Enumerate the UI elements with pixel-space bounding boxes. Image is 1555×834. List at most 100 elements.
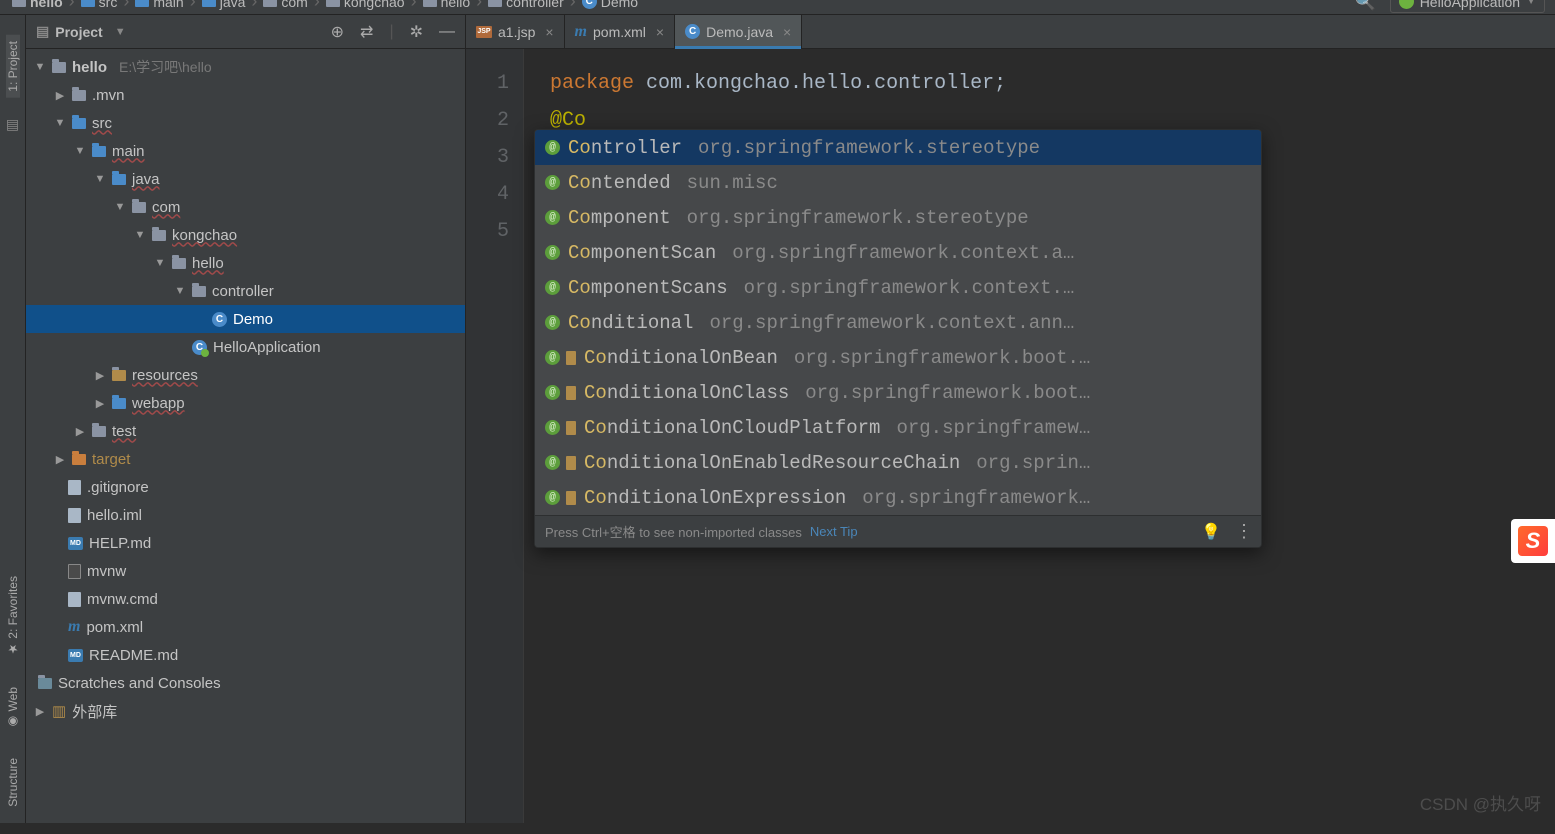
close-icon[interactable]: × (545, 24, 553, 40)
folder-icon (72, 454, 86, 465)
maven-icon: m (68, 618, 80, 636)
tree-root[interactable]: ▼helloE:\学习吧\hello (26, 53, 465, 81)
bulb-icon[interactable]: 💡 (1201, 522, 1221, 542)
tree-main[interactable]: ▼main (26, 137, 465, 165)
tree-pomxml[interactable]: mpom.xml (26, 613, 465, 641)
run-config-selector[interactable]: HelloApplication ▼ (1390, 0, 1545, 13)
close-icon[interactable]: × (656, 24, 664, 40)
tree-gitignore[interactable]: .gitignore (26, 473, 465, 501)
locate-icon[interactable]: ⊕ (331, 22, 344, 42)
tree-mvnw[interactable]: mvnw (26, 557, 465, 585)
md-icon: MD (68, 649, 83, 662)
project-panel-title: Project (55, 24, 102, 40)
sogou-ime-badge[interactable]: S (1511, 519, 1555, 563)
tree-resources[interactable]: ▶resources (26, 361, 465, 389)
next-tip-link[interactable]: Next Tip (810, 524, 858, 539)
folder-icon (132, 202, 146, 213)
annotation-icon: @ (545, 420, 560, 435)
tab-a1jsp[interactable]: JSPa1.jsp× (466, 15, 565, 48)
toolstrip-project[interactable]: 1: Project (6, 35, 20, 98)
folder-icon (135, 0, 149, 7)
crumb-controller[interactable]: controller (484, 0, 568, 10)
expand-icon[interactable]: ⇄ (360, 22, 373, 42)
jsp-icon: JSP (476, 26, 492, 38)
tree-readme[interactable]: MDREADME.md (26, 641, 465, 669)
folder-icon (92, 426, 106, 437)
folder-icon (202, 0, 216, 7)
annotation-icon: @ (545, 490, 560, 505)
tree-helloiml[interactable]: hello.iml (26, 501, 465, 529)
divider: | (389, 23, 393, 41)
tree-extlib[interactable]: ▶▥外部库 (26, 697, 465, 725)
more-icon[interactable]: ⋮ (1235, 521, 1251, 542)
folder-icon (38, 678, 52, 689)
folder-icon (72, 118, 86, 129)
crumb-hello2[interactable]: hello (419, 0, 475, 10)
tree-mvnwcmd[interactable]: mvnw.cmd (26, 585, 465, 613)
tree-controller[interactable]: ▼controller (26, 277, 465, 305)
tree-scratches[interactable]: Scratches and Consoles (26, 669, 465, 697)
completion-item[interactable]: @ConditionalOnCloudPlatformorg.springfra… (535, 410, 1261, 445)
annotation-icon: @ (545, 350, 560, 365)
completion-item[interactable]: @ConditionalOnBeanorg.springframework.bo… (535, 340, 1261, 375)
completion-item[interactable]: @Conditionalorg.springframework.context.… (535, 305, 1261, 340)
annotation-icon: @ (545, 315, 560, 330)
completion-item[interactable]: @ComponentScansorg.springframework.conte… (535, 270, 1261, 305)
package-icon (566, 456, 576, 470)
completion-item[interactable]: @ComponentScanorg.springframework.contex… (535, 235, 1261, 270)
tab-pomxml[interactable]: mpom.xml× (565, 15, 676, 48)
editor-tabs: JSPa1.jsp× mpom.xml× CDemo.java× (466, 15, 1555, 49)
class-icon: C (582, 0, 597, 9)
file-icon (68, 508, 81, 523)
class-icon: C (685, 24, 700, 39)
completion-item[interactable]: @Componentorg.springframework.stereotype (535, 200, 1261, 235)
tree-kongchao[interactable]: ▼kongchao (26, 221, 465, 249)
completion-popup[interactable]: @Controllerorg.springframework.stereotyp… (534, 129, 1262, 548)
class-icon: C (192, 340, 207, 355)
class-icon: C (212, 312, 227, 327)
tree-test[interactable]: ▶test (26, 417, 465, 445)
crumb-hello[interactable]: hello (8, 0, 67, 10)
close-icon[interactable]: × (783, 24, 791, 40)
crumb-java[interactable]: java (198, 0, 250, 10)
hide-icon[interactable]: — (439, 23, 455, 41)
tab-demojava[interactable]: CDemo.java× (675, 15, 802, 48)
gear-icon[interactable]: ✲ (410, 22, 423, 42)
folder-icon (92, 146, 106, 157)
spring-icon (1399, 0, 1414, 9)
md-icon: MD (68, 537, 83, 550)
crumb-main[interactable]: main (131, 0, 187, 10)
tree-webapp[interactable]: ▶webapp (26, 389, 465, 417)
search-icon[interactable]: 🔍 (1355, 0, 1376, 12)
tree-java[interactable]: ▼java (26, 165, 465, 193)
watermark: CSDN @执久呀 (1420, 790, 1541, 815)
tree-demo[interactable]: ▶CDemo (26, 305, 465, 333)
crumb-com[interactable]: com (259, 0, 311, 10)
tree-src[interactable]: ▼src (26, 109, 465, 137)
folder-icon (326, 0, 340, 7)
folder-icon (152, 230, 166, 241)
completion-item[interactable]: @ConditionalOnEnabledResourceChainorg.sp… (535, 445, 1261, 480)
tree-hellopkg[interactable]: ▼hello (26, 249, 465, 277)
crumb-kongchao[interactable]: kongchao (322, 0, 409, 10)
tree-mvn[interactable]: ▶.mvn (26, 81, 465, 109)
completion-item[interactable]: @Contendedsun.misc (535, 165, 1261, 200)
completion-item[interactable]: @ConditionalOnClassorg.springframework.b… (535, 375, 1261, 410)
completion-item[interactable]: @ConditionalOnExpressionorg.springframew… (535, 480, 1261, 515)
completion-item[interactable]: @Controllerorg.springframework.stereotyp… (535, 130, 1261, 165)
crumb-src[interactable]: src (77, 0, 122, 10)
tree-helpmd[interactable]: MDHELP.md (26, 529, 465, 557)
crumb-demo[interactable]: CDemo (578, 0, 642, 10)
completion-footer: Press Ctrl+空格 to see non-imported classe… (535, 515, 1261, 547)
annotation-icon: @ (545, 175, 560, 190)
toolstrip-structure[interactable]: Structure (6, 752, 20, 813)
tree-com[interactable]: ▼com (26, 193, 465, 221)
chevron-down-icon[interactable]: ▼ (115, 26, 126, 38)
toolstrip-web[interactable]: ◉ Web (6, 681, 20, 735)
tree-target[interactable]: ▶target (26, 445, 465, 473)
toolstrip-favorites[interactable]: ★ 2: Favorites (6, 570, 20, 662)
project-tree[interactable]: ▼helloE:\学习吧\hello ▶.mvn ▼src ▼main ▼jav… (26, 49, 465, 823)
tree-helloapp[interactable]: ▶CHelloApplication (26, 333, 465, 361)
run-config-label: HelloApplication (1420, 0, 1520, 10)
breadcrumb: hello› src› main› java› com› kongchao› h… (0, 0, 1555, 15)
